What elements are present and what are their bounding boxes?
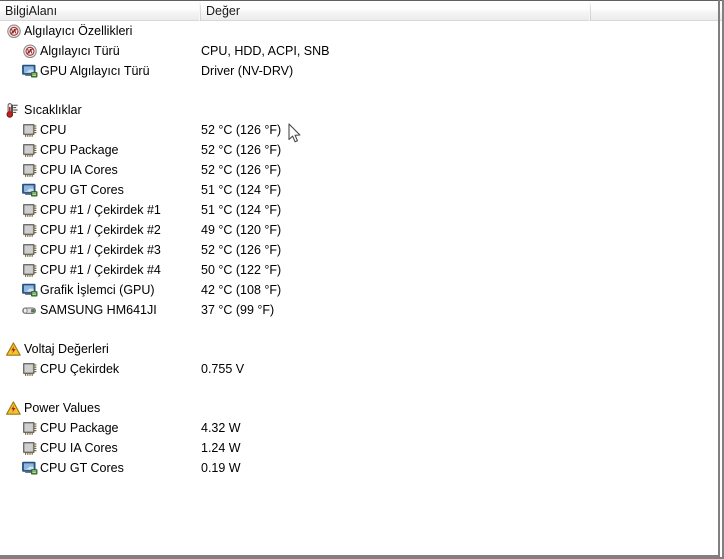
cpu-chip-icon xyxy=(22,143,38,158)
sensor-readout-window: BilgiAlanı Değer Algılayıcı Özellikleri A… xyxy=(0,0,724,559)
thermometer-icon xyxy=(6,103,22,118)
column-divider-2[interactable] xyxy=(589,2,591,21)
sensor-item-label: CPU #1 / Çekirdek #2 xyxy=(40,223,161,237)
sensor-item-value: CPU, HDD, ACPI, SNB xyxy=(201,44,330,58)
sensor-group-label: Algılayıcı Özellikleri xyxy=(24,24,133,38)
sensor-item-row[interactable]: CPU 52 °C (126 °F) xyxy=(0,120,718,140)
cpu-chip-icon xyxy=(22,441,38,456)
cpu-chip-icon xyxy=(22,243,38,258)
sensor-item-value: 50 °C (122 °F) xyxy=(201,263,282,277)
sensor-item-label: Algılayıcı Türü xyxy=(40,44,120,58)
sensor-group-row[interactable]: Algılayıcı Özellikleri xyxy=(0,21,718,41)
sensor-item-row[interactable]: CPU #1 / Çekirdek #3 52 °C (126 °F) xyxy=(0,240,718,260)
sensor-item-value: 52 °C (126 °F) xyxy=(201,163,282,177)
table-header: BilgiAlanı Değer xyxy=(0,0,722,21)
sensor-group-row[interactable]: Sıcaklıklar xyxy=(0,100,718,120)
sensor-item-row[interactable]: CPU Package 4.32 W xyxy=(0,418,718,438)
sensor-item-value: Driver (NV-DRV) xyxy=(201,64,294,78)
sensor-item-label: CPU xyxy=(40,123,67,137)
sensor-item-label: CPU Çekirdek xyxy=(40,362,120,376)
sensor-group-row[interactable]: Voltaj Değerleri xyxy=(0,339,718,359)
sensor-item-row[interactable]: CPU Package 52 °C (126 °F) xyxy=(0,140,718,160)
sensor-item-row[interactable]: Grafik İşlemci (GPU) 42 °C (108 °F) xyxy=(0,280,718,300)
column-header-field-label: BilgiAlanı xyxy=(5,4,58,18)
monitor-icon xyxy=(22,64,38,79)
sensor-item-row[interactable]: CPU IA Cores 1.24 W xyxy=(0,438,718,458)
sensor-icon xyxy=(22,44,38,59)
warning-bolt-icon xyxy=(6,401,22,416)
sensor-item-row[interactable]: GPU Algılayıcı Türü Driver (NV-DRV) xyxy=(0,61,718,81)
sensor-item-value: 42 °C (108 °F) xyxy=(201,283,282,297)
sensor-table-body: Algılayıcı Özellikleri Algılayıcı Türü CPU… xyxy=(0,21,718,555)
monitor-icon xyxy=(22,183,38,198)
sensor-item-value: 1.24 W xyxy=(201,441,241,455)
sensor-group-label: Voltaj Değerleri xyxy=(24,342,109,356)
sensor-item-value: 52 °C (126 °F) xyxy=(201,123,282,137)
sensor-item-label: CPU #1 / Çekirdek #4 xyxy=(40,263,161,277)
column-header-extra[interactable] xyxy=(594,1,718,21)
sensor-item-row[interactable]: CPU #1 / Çekirdek #2 49 °C (120 °F) xyxy=(0,220,718,240)
sensor-item-value: 0.755 V xyxy=(201,362,245,376)
sensor-item-row[interactable]: SAMSUNG HM641JI 37 °C (99 °F) xyxy=(0,300,718,320)
window-right-border xyxy=(718,0,720,557)
sensor-item-label: CPU GT Cores xyxy=(40,183,124,197)
sensor-item-value: 4.32 W xyxy=(201,421,241,435)
sensor-item-label: Grafik İşlemci (GPU) xyxy=(40,283,155,297)
sensor-item-label: SAMSUNG HM641JI xyxy=(40,303,157,317)
sensor-item-row[interactable]: CPU #1 / Çekirdek #1 51 °C (124 °F) xyxy=(0,200,718,220)
sensor-item-label: GPU Algılayıcı Türü xyxy=(40,64,150,78)
sensor-item-value: 51 °C (124 °F) xyxy=(201,183,282,197)
sensor-item-row[interactable]: CPU GT Cores 0.19 W xyxy=(0,458,718,478)
sensor-item-label: CPU Package xyxy=(40,421,119,435)
sensor-group-label: Power Values xyxy=(24,401,101,415)
sensor-item-row[interactable]: CPU IA Cores 52 °C (126 °F) xyxy=(0,160,718,180)
sensor-item-row[interactable]: CPU #1 / Çekirdek #4 50 °C (122 °F) xyxy=(0,260,718,280)
sensor-item-value: 37 °C (99 °F) xyxy=(201,303,275,317)
cpu-chip-icon xyxy=(22,421,38,436)
cpu-chip-icon xyxy=(22,362,38,377)
cpu-chip-icon xyxy=(22,123,38,138)
sensor-group-row[interactable]: Power Values xyxy=(0,398,718,418)
sensor-item-row[interactable]: Algılayıcı Türü CPU, HDD, ACPI, SNB xyxy=(0,41,718,61)
cpu-chip-icon xyxy=(22,263,38,278)
cpu-chip-icon xyxy=(22,223,38,238)
column-divider-1[interactable] xyxy=(199,2,201,21)
sensor-item-value: 0.19 W xyxy=(201,461,241,475)
column-header-field[interactable]: BilgiAlanı xyxy=(5,1,197,21)
sensor-item-value: 51 °C (124 °F) xyxy=(201,203,282,217)
sensor-group-label: Sıcaklıklar xyxy=(24,103,82,117)
window-bottom-border xyxy=(0,555,720,557)
sensor-icon xyxy=(6,24,22,39)
column-header-value-label: Değer xyxy=(206,4,241,18)
sensor-item-row[interactable]: CPU Çekirdek 0.755 V xyxy=(0,359,718,379)
sensor-item-label: CPU GT Cores xyxy=(40,461,124,475)
column-header-value[interactable]: Değer xyxy=(206,1,586,21)
monitor-icon xyxy=(22,461,38,476)
warning-bolt-icon xyxy=(6,342,22,357)
sensor-item-label: CPU IA Cores xyxy=(40,441,118,455)
sensor-item-label: CPU #1 / Çekirdek #3 xyxy=(40,243,161,257)
sensor-item-value: 52 °C (126 °F) xyxy=(201,243,282,257)
sensor-item-label: CPU Package xyxy=(40,143,119,157)
cpu-chip-icon xyxy=(22,203,38,218)
sensor-item-value: 52 °C (126 °F) xyxy=(201,143,282,157)
sensor-item-label: CPU #1 / Çekirdek #1 xyxy=(40,203,161,217)
sensor-item-row[interactable]: CPU GT Cores 51 °C (124 °F) xyxy=(0,180,718,200)
harddisk-icon xyxy=(22,303,38,318)
cpu-chip-icon xyxy=(22,163,38,178)
monitor-icon xyxy=(22,283,38,298)
sensor-item-value: 49 °C (120 °F) xyxy=(201,223,282,237)
sensor-item-label: CPU IA Cores xyxy=(40,163,118,177)
